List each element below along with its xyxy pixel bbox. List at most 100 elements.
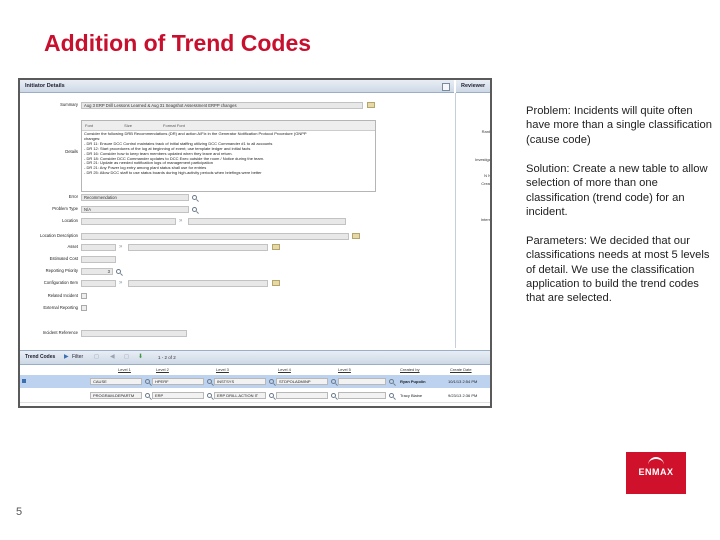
created-by-cell: Tracy Blaine bbox=[400, 393, 423, 398]
search-icon[interactable] bbox=[207, 393, 212, 398]
problem-type-label: Problem Type bbox=[52, 206, 78, 211]
long-description-icon[interactable] bbox=[272, 280, 280, 286]
error-field[interactable]: Recommendation bbox=[81, 194, 189, 201]
long-description-icon[interactable] bbox=[367, 102, 375, 108]
search-icon[interactable] bbox=[145, 379, 150, 384]
table-row[interactable]: PROGRAM-DEPARTM ERP ERP DRILL ACTION IT … bbox=[20, 389, 490, 403]
trend-codes-title: Trend Codes bbox=[25, 354, 56, 360]
column-header[interactable]: Created by bbox=[400, 365, 420, 374]
column-header[interactable]: Level 5 bbox=[338, 365, 351, 374]
problem-paragraph: Problem: Incidents will quite often have… bbox=[526, 105, 712, 146]
row-selected-icon bbox=[22, 379, 26, 383]
error-label: Error bbox=[68, 194, 78, 199]
search-icon[interactable] bbox=[389, 393, 394, 398]
reviewer-label: N N bbox=[484, 173, 491, 178]
incident-reference-field[interactable] bbox=[81, 330, 187, 337]
search-icon[interactable] bbox=[145, 393, 150, 398]
find-icon[interactable]: ◻ bbox=[94, 351, 99, 364]
level5-cell[interactable] bbox=[338, 392, 386, 399]
level3-cell[interactable]: ERP DRILL ACTION IT bbox=[214, 392, 266, 399]
filter-icon[interactable]: ▶ bbox=[64, 351, 69, 364]
level1-cell[interactable]: CAUSE bbox=[90, 378, 142, 385]
asset-field[interactable] bbox=[81, 244, 116, 251]
editor-toolbar[interactable]: Font Size Format Font bbox=[82, 121, 375, 131]
level4-cell[interactable] bbox=[276, 392, 328, 399]
reviewer-header: Reviewer bbox=[456, 80, 490, 93]
parameters-paragraph: Parameters: We decided that our classifi… bbox=[526, 235, 710, 305]
previous-page-icon[interactable]: ◀ bbox=[110, 351, 115, 364]
chevron-right-icon[interactable]: » bbox=[119, 280, 122, 286]
slide-number: 5 bbox=[16, 506, 23, 518]
search-icon[interactable] bbox=[269, 393, 274, 398]
details-text[interactable]: Consider the following DRB Recommendatio… bbox=[82, 131, 375, 177]
location-field[interactable] bbox=[81, 218, 176, 225]
search-icon[interactable] bbox=[192, 207, 197, 212]
level2-cell[interactable]: ERP bbox=[152, 392, 204, 399]
reviewer-panel: I Rank Investiga N N Creat Intern bbox=[455, 93, 491, 348]
font-select[interactable]: Font bbox=[85, 123, 93, 128]
format-font-select[interactable]: Format Font bbox=[163, 123, 185, 128]
details-editor[interactable]: Font Size Format Font Consider the follo… bbox=[81, 120, 376, 192]
related-incident-checkbox[interactable] bbox=[81, 293, 87, 299]
long-description-icon[interactable] bbox=[352, 233, 360, 239]
level3-cell[interactable]: INSTSYS bbox=[214, 378, 266, 385]
level5-cell[interactable] bbox=[338, 378, 386, 385]
initiator-details-title: Initiator Details bbox=[25, 83, 65, 89]
reviewer-title: Reviewer bbox=[461, 83, 486, 89]
problem-type-field[interactable]: N/A bbox=[81, 206, 189, 213]
column-header[interactable]: Level 1 bbox=[118, 365, 131, 374]
reporting-priority-field[interactable]: 3 bbox=[81, 268, 113, 275]
column-header[interactable]: Level 2 bbox=[156, 365, 169, 374]
long-description-icon[interactable] bbox=[272, 244, 280, 250]
level1-cell[interactable]: PROGRAM-DEPARTM bbox=[90, 392, 142, 399]
location-description-field[interactable] bbox=[81, 233, 349, 240]
search-icon[interactable] bbox=[389, 379, 394, 384]
level4-cell[interactable]: STDPOLADMINP bbox=[276, 378, 328, 385]
search-icon[interactable] bbox=[116, 269, 121, 274]
chevron-right-icon[interactable]: » bbox=[179, 218, 182, 224]
search-icon[interactable] bbox=[331, 393, 336, 398]
create-date-cell: 9/23/13 2:36 PM bbox=[448, 393, 478, 398]
download-icon[interactable]: ⬇ bbox=[138, 351, 143, 364]
location-description-label: Location Description bbox=[40, 233, 78, 238]
external-reporting-checkbox[interactable] bbox=[81, 305, 87, 311]
search-icon[interactable] bbox=[269, 379, 274, 384]
location-label: Location bbox=[62, 218, 78, 223]
search-icon[interactable] bbox=[207, 379, 212, 384]
search-icon[interactable] bbox=[192, 195, 197, 200]
reviewer-label: Intern bbox=[480, 217, 491, 222]
level2-cell[interactable]: HPERF bbox=[152, 378, 204, 385]
location-name-field bbox=[188, 218, 346, 225]
logo-arc-icon bbox=[648, 457, 664, 467]
search-icon[interactable] bbox=[331, 379, 336, 384]
trend-codes-header: Level 1 Level 2 Level 3 Level 4 Level 5 … bbox=[20, 365, 490, 374]
create-date-cell: 10/1/13 2:54 PM bbox=[448, 379, 478, 384]
size-select[interactable]: Size bbox=[124, 123, 132, 128]
initiator-details-header: Initiator Details bbox=[20, 80, 454, 93]
column-header[interactable]: Create Date bbox=[450, 365, 472, 374]
estimated-cost-label: Estimated Cost bbox=[49, 256, 78, 261]
column-header[interactable]: Level 3 bbox=[216, 365, 229, 374]
estimated-cost-field[interactable] bbox=[81, 256, 116, 263]
enmax-logo: ENMAX bbox=[626, 452, 686, 494]
summary-field[interactable]: Aug 3 ERP Drill Lessons Learned & Aug 31… bbox=[81, 102, 363, 109]
slide-title: Addition of Trend Codes bbox=[44, 30, 312, 56]
configuration-item-name-field bbox=[128, 280, 268, 287]
filter-button[interactable]: Filter bbox=[72, 351, 83, 364]
reviewer-label: I bbox=[489, 107, 491, 112]
table-row[interactable]: CAUSE HPERF INSTSYS STDPOLADMINP Ryan Pu… bbox=[20, 375, 490, 388]
summary-label: Summary bbox=[60, 102, 78, 107]
related-incident-label: Related Incident bbox=[47, 293, 78, 298]
first-page-icon[interactable]: ◻ bbox=[124, 351, 129, 364]
trend-codes-toolbar: Trend Codes ▶ Filter ◻ ◀ ◻ ⬇ 1 - 2 of 2 bbox=[20, 350, 490, 365]
reviewer-label: Investiga bbox=[474, 157, 491, 162]
reviewer-label: Rank bbox=[481, 129, 491, 134]
collapse-icon[interactable] bbox=[442, 83, 450, 91]
chevron-right-icon[interactable]: » bbox=[119, 244, 122, 250]
details-line: - DR 25: Allow DCC staff to use status b… bbox=[84, 170, 262, 176]
asset-label: Asset bbox=[67, 244, 78, 249]
configuration-item-field[interactable] bbox=[81, 280, 116, 287]
external-reporting-label: External Reporting bbox=[43, 305, 78, 310]
column-header[interactable]: Level 4 bbox=[278, 365, 291, 374]
details-label: Details bbox=[65, 149, 78, 154]
